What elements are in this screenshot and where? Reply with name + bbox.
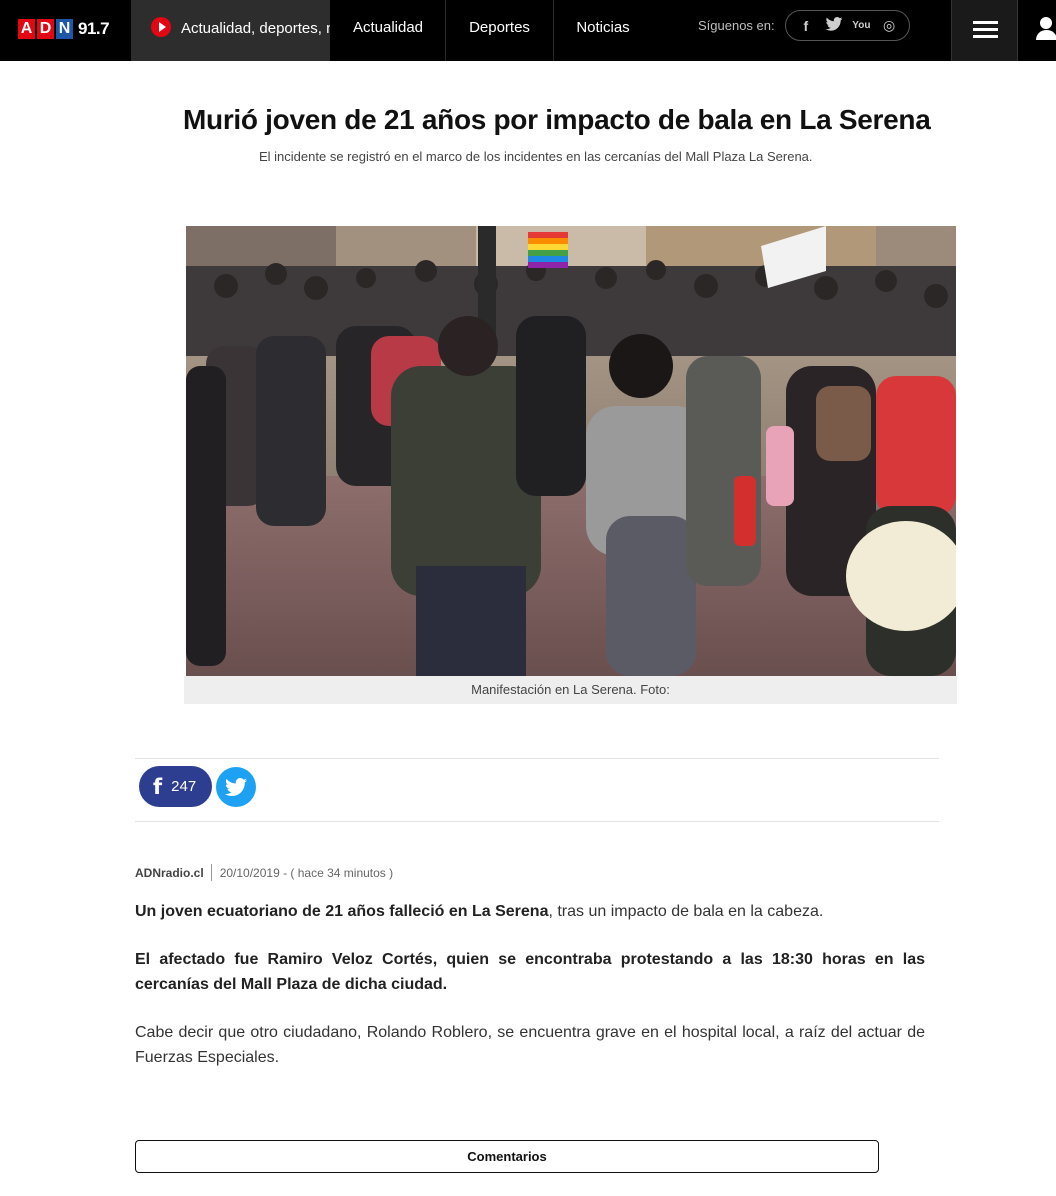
- youtube-icon[interactable]: You: [849, 20, 873, 31]
- article-meta: ADNradio.cl 20/10/2019 - ( hace 34 minut…: [135, 864, 393, 881]
- article-date: 20/10/2019 - ( hace 34 minutos ): [219, 865, 394, 880]
- logo-letter: A: [18, 19, 35, 39]
- facebook-share-button[interactable]: f 247: [139, 766, 212, 807]
- crowd-photo-illustration: [186, 226, 956, 676]
- follow-label: Síguenos en:: [698, 18, 775, 33]
- twitter-icon: [225, 778, 248, 797]
- article-title: Murió joven de 21 años por impacto de ba…: [183, 104, 931, 135]
- image-caption: Manifestación en La Serena. Foto:: [184, 676, 957, 704]
- live-radio-button[interactable]: Actualidad, deportes, n: [131, 0, 330, 61]
- nav-item-deportes[interactable]: Deportes: [446, 0, 554, 61]
- nav-item-actualidad[interactable]: Actualidad: [331, 0, 446, 61]
- comments-button[interactable]: Comentarios: [135, 1140, 879, 1173]
- play-icon: [151, 17, 171, 37]
- divider: [135, 821, 939, 822]
- article-subtitle: El incidente se registró en el marco de …: [259, 149, 813, 164]
- facebook-icon[interactable]: f: [794, 18, 818, 34]
- hamburger-menu-button[interactable]: [951, 0, 1017, 61]
- article-paragraph: Cabe decir que otro ciudadano, Rolando R…: [135, 1024, 925, 1066]
- instagram-icon[interactable]: ◎: [877, 17, 901, 34]
- facebook-icon: f: [153, 774, 163, 799]
- nav-item-noticias[interactable]: Noticias: [554, 0, 652, 61]
- logo-frequency: 91.7: [78, 19, 110, 38]
- article-paragraph: Un joven ecuatoriano de 21 años falleció…: [135, 903, 824, 920]
- logo-letter: N: [56, 19, 73, 39]
- social-links: f You ◎: [785, 10, 910, 41]
- twitter-icon[interactable]: [822, 17, 846, 34]
- article-photo: [186, 226, 956, 676]
- top-navbar: A D N 91.7 Actualidad, deportes, n Actua…: [0, 0, 1056, 61]
- user-account-button[interactable]: [1017, 0, 1056, 61]
- logo-letter: D: [37, 19, 54, 39]
- divider: [135, 758, 939, 759]
- adn-logo[interactable]: A D N 91.7: [18, 17, 110, 41]
- article-paragraph: El afectado fue Ramiro Veloz Cortés, qui…: [135, 951, 925, 993]
- share-count: 247: [171, 778, 197, 795]
- live-label: Actualidad, deportes, n: [181, 20, 330, 37]
- user-icon: [1040, 17, 1052, 29]
- menu-icon: [973, 21, 998, 24]
- twitter-share-button[interactable]: [216, 767, 256, 807]
- article-source[interactable]: ADNradio.cl: [135, 866, 204, 880]
